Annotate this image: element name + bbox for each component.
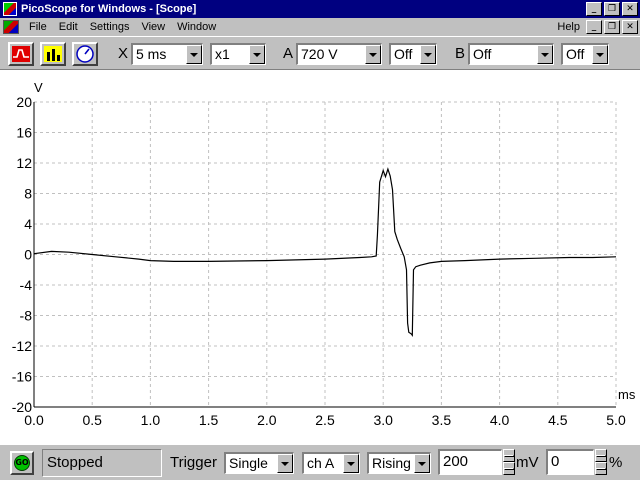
menu-help[interactable]: Help [551, 21, 586, 33]
x-tick-label: 2.0 [257, 412, 277, 428]
channel-b-coupling-value: Off [566, 46, 585, 62]
scope-display: 20 16 12 8 4 0 -4 -8 -12 -16 -20 0.0 0.5 1.0 1.5 2.0 2.5… [0, 70, 640, 444]
trigger-level-unit: mV [516, 454, 539, 471]
y-tick-label: 4 [24, 216, 32, 232]
x-tick-label: 5.0 [606, 412, 626, 428]
minimize-button[interactable]: _ [586, 2, 602, 16]
trigger-edge-value: Rising [372, 455, 411, 471]
dropdown-arrow-icon[interactable] [537, 45, 553, 64]
trigger-channel-select[interactable]: ch A [302, 452, 360, 474]
scope-wave-icon [12, 46, 30, 62]
channel-b-coupling-select[interactable]: Off [561, 43, 609, 65]
menu-window[interactable]: Window [171, 21, 222, 33]
picoscope-app-icon[interactable] [3, 2, 17, 16]
zoom-select[interactable]: x1 [210, 43, 266, 65]
channel-a-range-value: 720 V [301, 46, 338, 62]
y-tick-label: -4 [20, 277, 33, 293]
doc-restore-button[interactable]: ❐ [604, 20, 620, 34]
y-tick-label: 12 [16, 155, 32, 171]
x-tick-label: 3.5 [432, 412, 452, 428]
run-status: Stopped [42, 449, 162, 477]
trigger-edge-select[interactable]: Rising [367, 452, 431, 474]
y-tick-label: 0 [24, 247, 32, 263]
toolbar: X 5 ms x1 A 720 V Off B Off Off [0, 36, 640, 70]
doc-close-button[interactable]: ✕ [622, 20, 638, 34]
window-title: PicoScope for Windows - [Scope] [21, 3, 197, 15]
channel-a-label: A [283, 45, 294, 62]
channel-a-coupling-select[interactable]: Off [389, 43, 437, 65]
x-tick-label: 4.0 [490, 412, 510, 428]
y-tick-label: -8 [20, 308, 33, 324]
timebase-select[interactable]: 5 ms [131, 43, 203, 65]
y-axis-unit-label: V [34, 80, 43, 95]
trigger-level-input[interactable]: 200 [438, 449, 502, 475]
scope-plot: 201612840-4-8-12-16-200.0 0.5 1.0 1.5 2.0 2.5… [12, 80, 636, 428]
window-controls: _ ❐ ✕ [586, 2, 638, 16]
timebase-label: X [118, 45, 129, 62]
document-icon[interactable] [3, 20, 19, 34]
y-tick-label: 8 [24, 186, 32, 202]
trigger-label: Trigger [170, 454, 217, 471]
dropdown-arrow-icon[interactable] [343, 454, 359, 473]
title-bar: PicoScope for Windows - [Scope] _ ❐ ✕ [0, 0, 640, 18]
go-button[interactable]: GO [10, 451, 34, 475]
trigger-mode-value: Single [229, 455, 268, 471]
trigger-mode-select[interactable]: Single [224, 452, 294, 474]
document-controls: _ ❐ ✕ [586, 20, 638, 34]
spin-down-icon[interactable] [503, 462, 515, 475]
y-tick-label: -12 [12, 338, 32, 354]
dropdown-arrow-icon[interactable] [249, 45, 265, 64]
x-tick-label: 4.5 [548, 412, 568, 428]
doc-minimize-button[interactable]: _ [586, 20, 602, 34]
dropdown-arrow-icon[interactable] [186, 45, 202, 64]
status-bar: GO Stopped Trigger Single ch A Rising 20… [0, 444, 640, 480]
y-tick-label: 16 [16, 125, 32, 141]
pretrigger-input[interactable]: 0 [546, 449, 594, 475]
dropdown-arrow-icon[interactable] [420, 45, 436, 64]
spin-down-icon[interactable] [595, 462, 607, 475]
menu-view[interactable]: View [135, 21, 171, 33]
timebase-value: 5 ms [136, 46, 167, 62]
menu-settings[interactable]: Settings [84, 21, 136, 33]
dropdown-arrow-icon[interactable] [277, 454, 293, 473]
x-tick-label: 1.5 [199, 412, 219, 428]
go-led-icon: GO [14, 455, 30, 471]
restore-button[interactable]: ❐ [604, 2, 620, 16]
zoom-value: x1 [215, 46, 230, 62]
dropdown-arrow-icon[interactable] [365, 45, 381, 64]
x-tick-label: 2.5 [315, 412, 335, 428]
channel-b-range-select[interactable]: Off [468, 43, 554, 65]
menu-bar: File Edit Settings View Window Help _ ❐ … [0, 18, 640, 36]
dropdown-arrow-icon[interactable] [592, 45, 608, 64]
x-tick-label: 0.5 [82, 412, 102, 428]
menu-file[interactable]: File [23, 21, 53, 33]
meter-mode-button[interactable] [72, 42, 98, 66]
channel-a-range-select[interactable]: 720 V [296, 43, 382, 65]
y-tick-label: -16 [12, 369, 32, 385]
trigger-level-spinner[interactable] [503, 449, 515, 475]
x-tick-label: 1.0 [141, 412, 161, 428]
spin-up-icon[interactable] [503, 449, 515, 462]
pretrigger-spinner[interactable] [595, 449, 607, 475]
x-axis-unit-label: ms [618, 387, 636, 402]
x-tick-label: 0.0 [24, 412, 44, 428]
spectrum-bars-icon [44, 46, 62, 62]
spectrum-mode-button[interactable] [40, 42, 66, 66]
close-button[interactable]: ✕ [622, 2, 638, 16]
scope-mode-button[interactable] [8, 42, 34, 66]
y-tick-label: 20 [16, 94, 32, 110]
channel-b-label: B [455, 45, 466, 62]
meter-gauge-icon [76, 45, 94, 63]
pretrigger-unit: % [609, 454, 623, 471]
trigger-channel-value: ch A [307, 455, 335, 471]
x-tick-label: 3.0 [373, 412, 393, 428]
channel-a-coupling-value: Off [394, 46, 413, 62]
channel-b-range-value: Off [473, 46, 492, 62]
dropdown-arrow-icon[interactable] [414, 454, 430, 473]
spin-up-icon[interactable] [595, 449, 607, 462]
menu-edit[interactable]: Edit [53, 21, 84, 33]
